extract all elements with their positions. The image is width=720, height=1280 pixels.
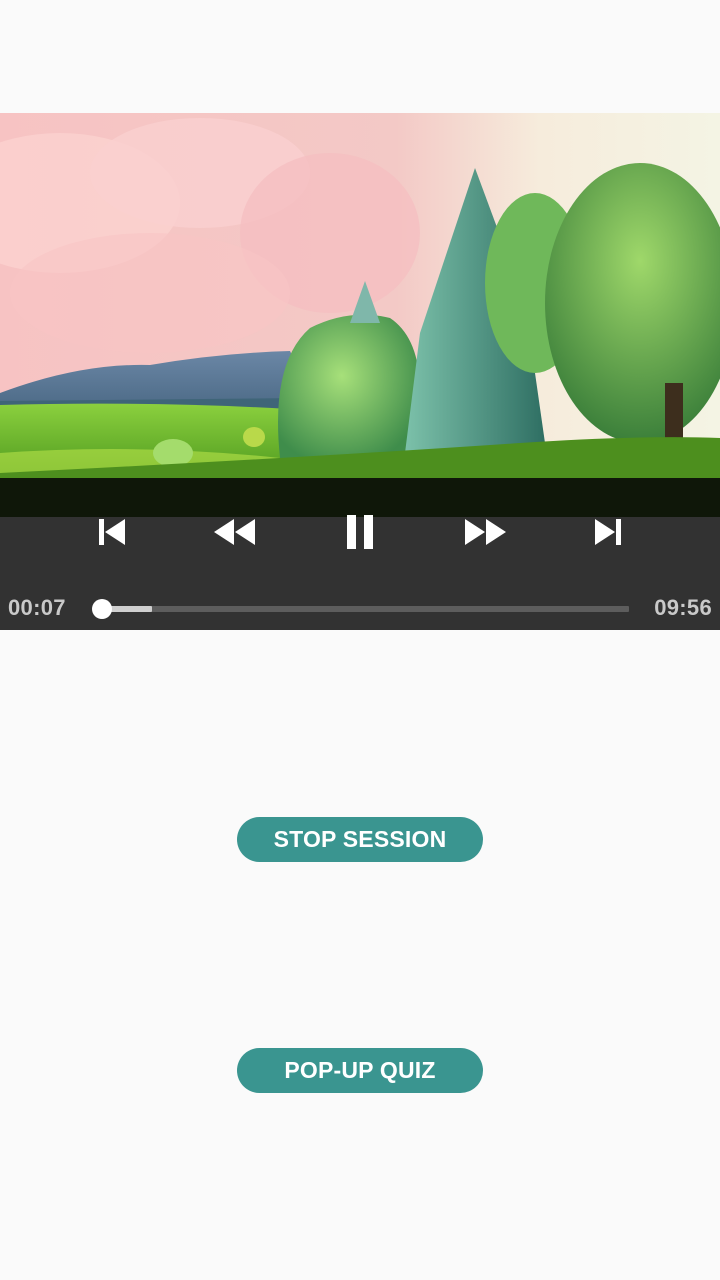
video-scene bbox=[0, 113, 720, 518]
rewind-button[interactable] bbox=[203, 517, 267, 547]
seek-track bbox=[96, 606, 629, 612]
popup-quiz-button[interactable]: POP-UP QUIZ bbox=[237, 1048, 483, 1093]
fast-forward-icon bbox=[465, 519, 506, 545]
previous-icon bbox=[99, 519, 125, 545]
seek-thumb[interactable] bbox=[92, 599, 113, 619]
previous-button[interactable] bbox=[80, 517, 144, 547]
current-time: 00:07 bbox=[8, 595, 66, 620]
app-screen: 00:07 09:56 STOP SESSION POP-UP QUIZ bbox=[0, 0, 720, 1280]
pause-button[interactable] bbox=[328, 515, 392, 549]
pause-icon bbox=[347, 515, 373, 549]
next-button[interactable] bbox=[576, 517, 640, 547]
next-icon bbox=[595, 519, 621, 545]
player-controls: 00:07 09:56 bbox=[0, 515, 720, 630]
total-time: 09:56 bbox=[654, 595, 712, 620]
fast-forward-button[interactable] bbox=[453, 517, 517, 547]
seek-bar[interactable] bbox=[92, 599, 629, 619]
rewind-icon bbox=[214, 519, 255, 545]
video-frame[interactable] bbox=[0, 113, 720, 518]
stop-session-button[interactable]: STOP SESSION bbox=[237, 817, 483, 862]
